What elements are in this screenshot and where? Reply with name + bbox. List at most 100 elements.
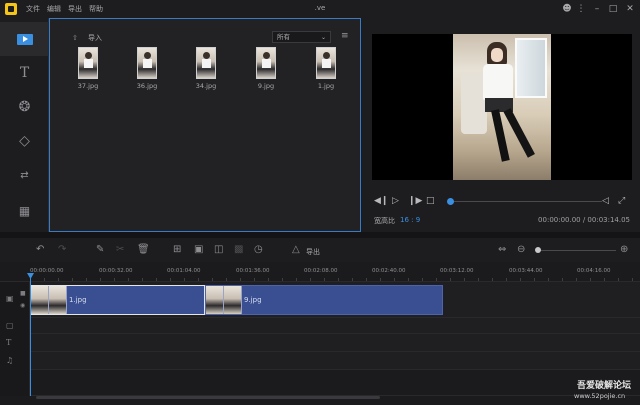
pip-track-head: ▢ [0, 318, 30, 334]
media-play-icon [16, 33, 33, 45]
watermark-url: www.52pojie.cn [574, 392, 626, 400]
pip-track[interactable] [0, 318, 640, 334]
film-icon: ▦ [18, 204, 31, 218]
aspect-ratio-value[interactable]: 16 : 9 [400, 216, 420, 224]
media-thumbnail [78, 47, 98, 79]
split-icon[interactable]: ◫ [214, 244, 223, 255]
media-item-label: 36.jpg [136, 82, 158, 90]
track-visibility-icon[interactable]: ◉ [20, 302, 25, 309]
ruler-tick: 00:01:04.00 [167, 268, 201, 274]
media-item-label: 34.jpg [195, 82, 217, 90]
list-menu-icon[interactable]: ≡ [341, 31, 349, 41]
ruler-tick: 00:02:40.00 [372, 268, 406, 274]
media-filter-select[interactable]: 所有 ⌄ [272, 31, 331, 43]
layers-icon: ◇ [19, 133, 30, 149]
menu-help[interactable]: 帮助 [89, 4, 103, 14]
export-button[interactable]: 导出 [306, 247, 320, 257]
empty-track-area [0, 370, 640, 396]
ruler-tick: 00:04:16.00 [577, 268, 611, 274]
delete-icon[interactable]: 🗑 [137, 244, 150, 255]
export-icon[interactable]: △ [292, 244, 300, 255]
minimize-icon[interactable]: – [591, 3, 603, 15]
media-item-36[interactable]: 36.jpg [129, 47, 165, 90]
text-icon: T [19, 65, 30, 81]
more-menu-icon[interactable]: ⋮ [575, 3, 587, 15]
mosaic-icon[interactable]: ▩ [234, 244, 243, 255]
media-item-9[interactable]: 9.jpg [248, 47, 284, 90]
filter-tab[interactable]: ❂ [0, 90, 49, 124]
preview-timecode: 00:00:00.00 / 00:03:14.05 [538, 216, 630, 224]
aspect-ratio-label: 宽高比 [374, 217, 395, 225]
cut-icon[interactable]: ✂ [116, 244, 124, 255]
elements-tab[interactable]: ▦ [0, 194, 49, 228]
media-item-37[interactable]: 37.jpg [70, 47, 106, 90]
media-item-1[interactable]: 1.jpg [308, 47, 344, 90]
zoom-in-icon[interactable]: ⊕ [620, 244, 628, 255]
media-item-label: 1.jpg [317, 82, 335, 90]
app-logo-icon [5, 3, 17, 15]
video-track-icon: ▣ [6, 294, 14, 303]
clip-thumbnail [31, 286, 49, 314]
preview-progress-knob[interactable] [446, 198, 454, 205]
crop-icon[interactable]: ⊞ [173, 244, 181, 255]
menu-file[interactable]: 文件 [26, 4, 40, 14]
chevron-down-icon: ⌄ [320, 34, 326, 41]
timeline-zoom-track[interactable] [540, 250, 616, 251]
next-frame-icon[interactable]: ❙▶ [408, 196, 422, 206]
clip-label: 9.jpg [244, 296, 262, 304]
ruler-tick: 00:03:44.00 [509, 268, 543, 274]
ruler-tick: 00:00:00.00 [30, 268, 64, 274]
duration-icon[interactable]: ◷ [254, 244, 263, 255]
ruler-tick: 00:02:08.00 [304, 268, 338, 274]
zoom-frame-icon[interactable]: ▣ [194, 244, 203, 255]
music-track[interactable] [0, 352, 640, 370]
ruler-tick: 00:01:36.00 [236, 268, 270, 274]
media-thumbnail [256, 47, 276, 79]
undo-icon[interactable]: ↶ [36, 244, 44, 255]
fullscreen-icon[interactable]: ⤢ [618, 196, 625, 206]
prev-frame-icon[interactable]: ◀❙ [374, 196, 388, 206]
zoom-out-icon[interactable]: ⊖ [517, 244, 525, 255]
empty-track-head [0, 370, 30, 396]
playhead[interactable] [30, 276, 31, 396]
overlay-tab[interactable]: ◇ [0, 124, 49, 158]
fit-timeline-icon[interactable]: ⇔ [498, 244, 506, 255]
edit-pencil-icon[interactable]: ✎ [96, 244, 104, 255]
menu-export[interactable]: 导出 [68, 4, 82, 14]
transition-tab[interactable]: ⇄ [0, 158, 49, 192]
track-lock-icon[interactable]: ■ [20, 290, 26, 297]
video-track-head: ▣ ■ ◉ [0, 282, 30, 318]
maximize-icon[interactable]: □ [607, 3, 619, 15]
media-thumbnail [137, 47, 157, 79]
user-icon[interactable]: ☻ [561, 3, 573, 15]
clip-thumbnail [49, 286, 67, 314]
filter-select-value: 所有 [277, 33, 290, 41]
media-item-label: 9.jpg [257, 82, 275, 90]
preview-progress-track[interactable] [450, 201, 602, 202]
media-item-34[interactable]: 34.jpg [188, 47, 224, 90]
import-button[interactable]: 导入 [88, 33, 102, 43]
media-tab[interactable] [0, 22, 49, 56]
preview-screen [372, 34, 632, 180]
stop-icon[interactable]: □ [426, 196, 435, 206]
timeline-zoom-knob[interactable] [535, 247, 541, 253]
text-track-head: T [0, 334, 30, 352]
clip-label: 1.jpg [69, 296, 87, 304]
redo-icon[interactable]: ↷ [58, 244, 66, 255]
timeline-clip-9[interactable]: 9.jpg [205, 285, 443, 315]
watermark-text: 吾爱破解论坛 [577, 381, 632, 391]
music-track-head: ♫ [0, 352, 30, 370]
media-thumbnail [316, 47, 336, 79]
preview-panel: ◀❙ ▷ ❙▶ □ ◁ ⤢ 宽高比 16 : 9 00:00:00.00 / 0… [362, 18, 640, 232]
close-icon[interactable]: ✕ [624, 3, 636, 15]
media-library-panel: ⇧ 导入 所有 ⌄ ≡ 37.jpg 36.jpg 34.jpg 9.jpg 1… [49, 18, 361, 232]
timeline-scrollbar[interactable] [36, 396, 380, 399]
import-icon: ⇧ [72, 34, 78, 42]
text-track[interactable] [0, 334, 640, 352]
play-icon[interactable]: ▷ [392, 196, 399, 206]
media-item-label: 37.jpg [77, 82, 99, 90]
volume-icon[interactable]: ◁ [602, 196, 609, 206]
menu-edit[interactable]: 编辑 [47, 4, 61, 14]
text-tab[interactable]: T [0, 56, 49, 90]
timeline-clip-1[interactable]: 1.jpg [30, 285, 205, 315]
